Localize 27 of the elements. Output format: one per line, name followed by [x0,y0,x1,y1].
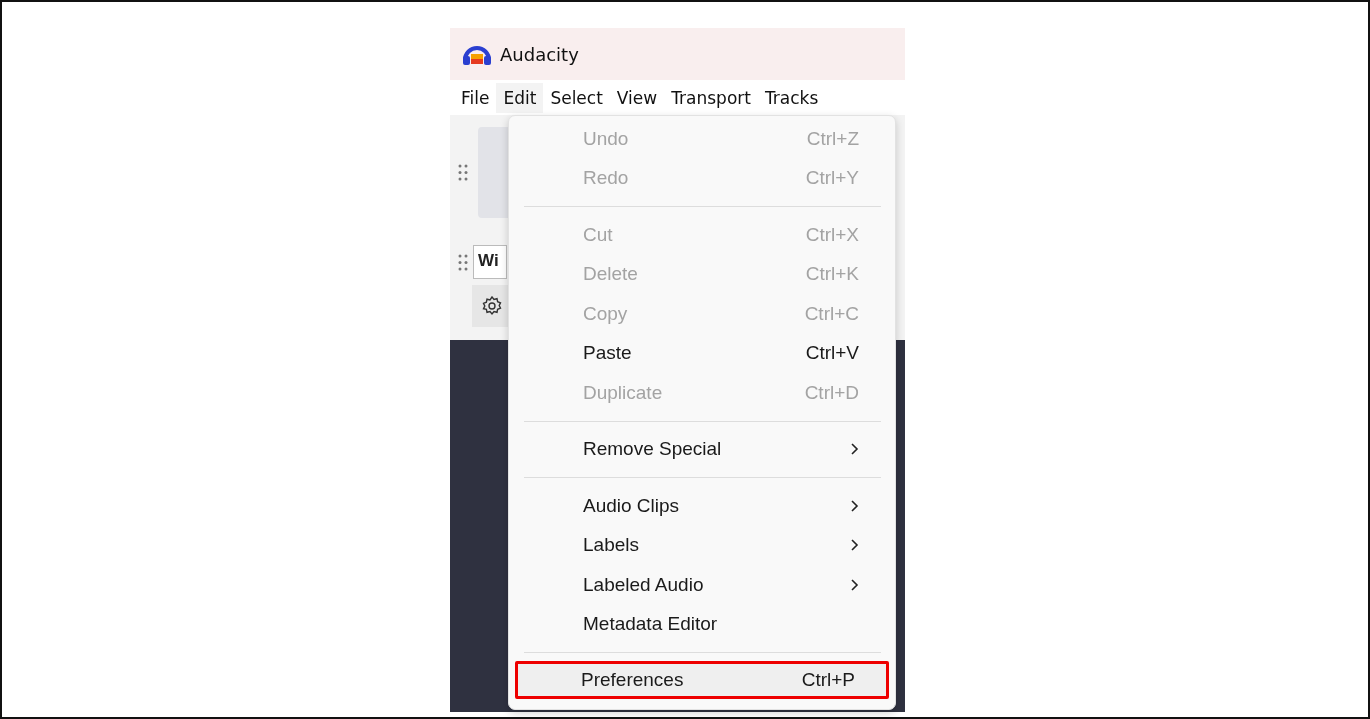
menu-item[interactable]: Select [543,82,610,113]
grip-icon [458,253,468,271]
menu-item[interactable]: Remove Special [517,429,887,469]
shortcut-label: Ctrl+Y [805,167,859,190]
menu-item[interactable]: Edit [496,82,544,113]
menu-item[interactable]: Labels [517,525,887,565]
menu-item[interactable]: Preferences Ctrl+P [515,661,889,699]
settings-button[interactable] [472,285,510,327]
menu-item[interactable]: Labeled Audio [517,565,887,605]
menu-item[interactable]: View [609,82,665,113]
shortcut-label: Ctrl+P [801,669,855,691]
host-dropdown[interactable]: Wi [473,245,507,279]
menu-item[interactable]: Audio Clips [517,486,887,526]
menu-item[interactable]: Tracks [757,82,826,113]
menu-item[interactable]: Transport [664,82,758,113]
menu-item[interactable]: Metadata Editor [517,604,887,644]
menu-item[interactable]: File [454,82,497,113]
shortcut-label: Ctrl+D [804,381,859,404]
shortcut-label: Ctrl+C [804,302,859,325]
grip-icon [458,164,468,181]
shortcut-label: Ctrl+K [805,263,859,286]
shortcut-label: Ctrl+V [805,342,859,365]
shortcut-label: Ctrl+Z [806,127,859,150]
window-title: Audacity [500,43,579,65]
shortcut-label: Ctrl+X [805,223,859,246]
menu-item[interactable]: Paste Ctrl+V [517,333,887,373]
settings-icon [482,296,502,316]
